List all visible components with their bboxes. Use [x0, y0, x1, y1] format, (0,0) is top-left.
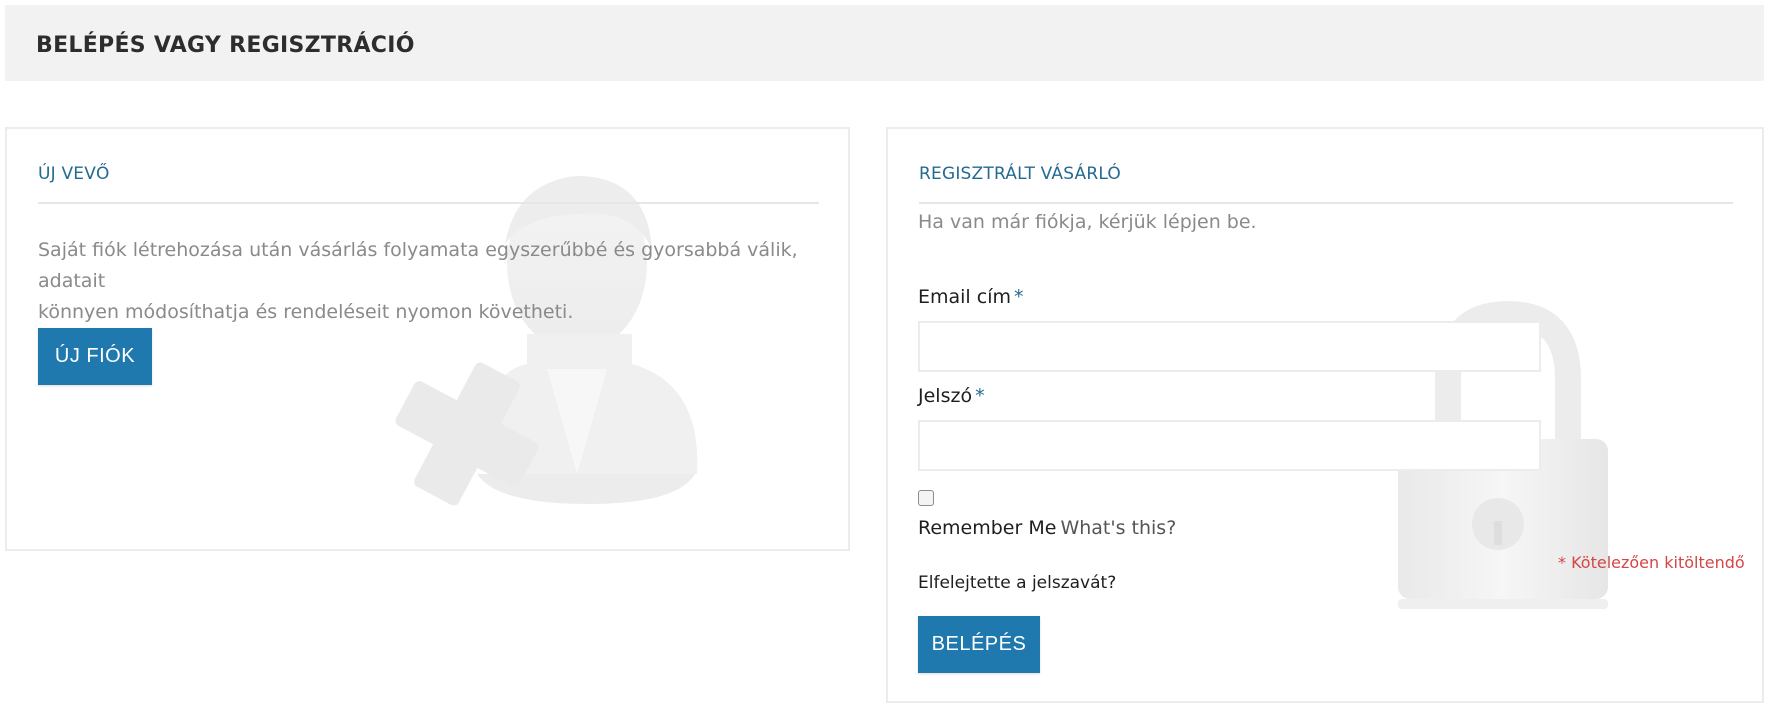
required-asterisk: * [975, 385, 985, 407]
page-title: BELÉPÉS VAGY REGISZTRÁCIÓ [36, 33, 415, 58]
new-customer-description: Saját fiók létrehozása után vásárlás fol… [38, 235, 818, 328]
registered-customer-panel: REGISZTRÁLT VÁSÁRLÓ Ha van már fiókja, k… [886, 127, 1764, 703]
email-label: Email cím * [918, 286, 1024, 308]
new-customer-panel: ÚJ VEVŐ Saját fiók létrehozása után vásá… [5, 127, 850, 551]
email-input[interactable] [918, 321, 1541, 372]
remember-me-row: Remember Me What's this? [918, 517, 1176, 539]
new-customer-title: ÚJ VEVŐ [38, 164, 110, 184]
new-account-button[interactable]: ÚJ FIÓK [38, 328, 152, 385]
panel-divider [38, 202, 819, 204]
login-page: BELÉPÉS VAGY REGISZTRÁCIÓ ÚJ VEVŐ Saját … [0, 0, 1768, 708]
page-header: BELÉPÉS VAGY REGISZTRÁCIÓ [5, 5, 1764, 81]
login-button[interactable]: BELÉPÉS [918, 616, 1040, 673]
whats-this-link[interactable]: What's this? [1060, 517, 1176, 539]
add-user-icon [395, 176, 698, 506]
description-line-2: könnyen módosíthatja és rendeléseit nyom… [38, 301, 574, 323]
registered-customer-title: REGISZTRÁLT VÁSÁRLÓ [919, 164, 1121, 184]
description-line-1: Saját fiók létrehozása után vásárlás fol… [38, 239, 798, 292]
login-intro: Ha van már fiókja, kérjük lépjen be. [918, 211, 1257, 233]
required-fields-note: * Kötelezően kitöltendő [1558, 553, 1745, 572]
password-label-text: Jelszó [918, 385, 973, 407]
password-input[interactable] [918, 420, 1541, 471]
panel-divider [919, 202, 1733, 204]
forgot-password-link[interactable]: Elfelejtette a jelszavát? [918, 573, 1116, 593]
required-asterisk: * [1014, 286, 1024, 308]
password-label: Jelszó * [918, 385, 985, 407]
remember-me-label: Remember Me [918, 517, 1057, 539]
remember-me-checkbox[interactable] [918, 490, 934, 506]
email-label-text: Email cím [918, 286, 1011, 308]
